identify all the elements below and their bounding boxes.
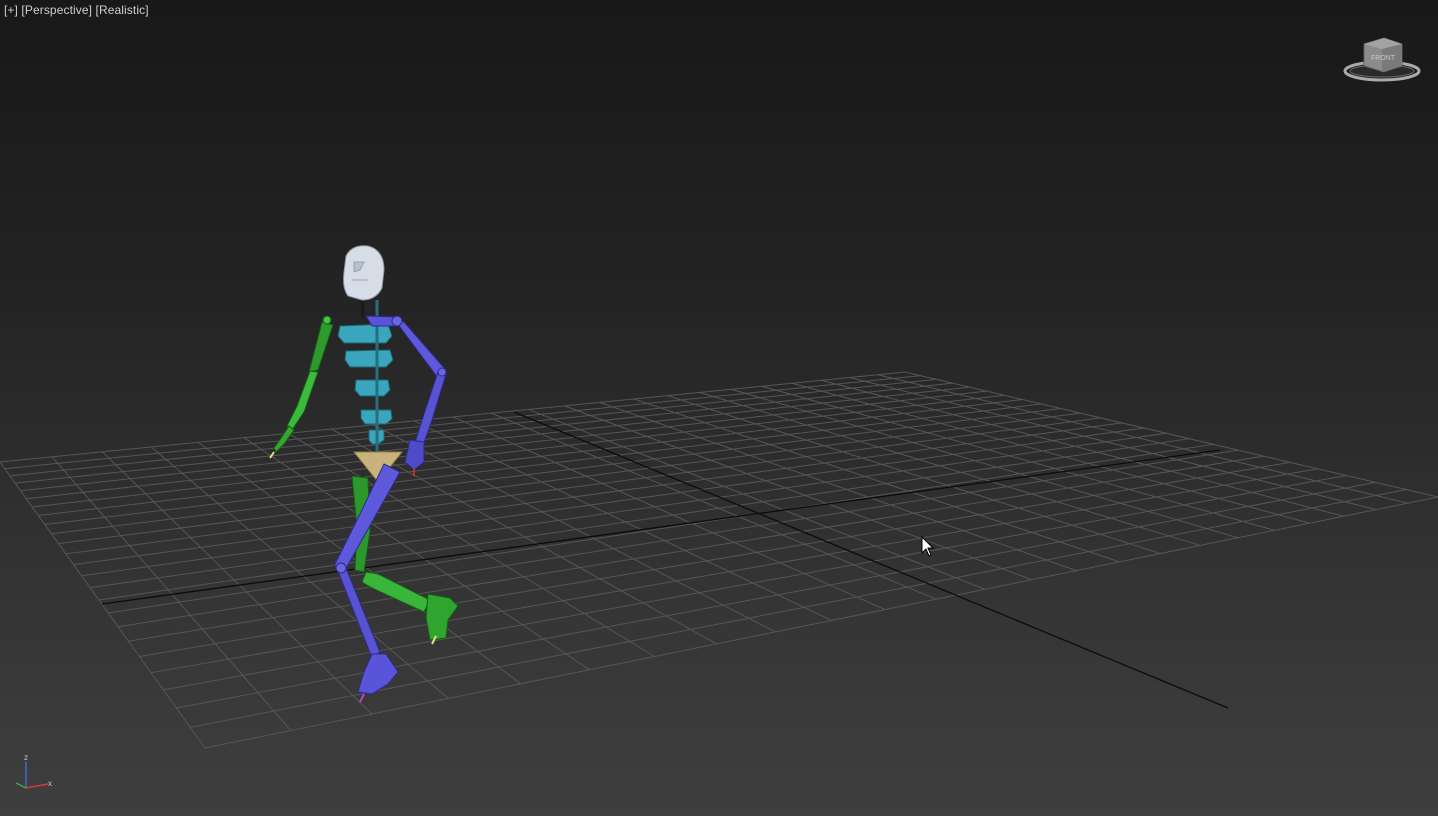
grid-line bbox=[877, 374, 1408, 504]
viewcube-face-label: FRONT bbox=[1371, 55, 1396, 62]
z-axis-label: z bbox=[24, 753, 28, 762]
left-arm[interactable] bbox=[269, 321, 334, 459]
grid-line bbox=[528, 408, 986, 590]
y-axis-line bbox=[15, 782, 27, 789]
mouse-pointer-icon bbox=[921, 536, 935, 557]
grid-line bbox=[139, 461, 1291, 658]
grid-line bbox=[102, 451, 373, 715]
viewport-scene[interactable] bbox=[0, 0, 1438, 816]
grid-line bbox=[128, 455, 1264, 642]
grid-line bbox=[51, 456, 292, 731]
ground-grid bbox=[0, 371, 1438, 749]
grid-line bbox=[904, 371, 1438, 498]
axis-tripod: z x bbox=[15, 753, 52, 789]
grid-line bbox=[0, 461, 206, 749]
x-axis-label: x bbox=[48, 779, 52, 788]
grid-line bbox=[4, 375, 921, 470]
left-shoulder-joint[interactable] bbox=[322, 315, 332, 325]
grid-line bbox=[108, 443, 1214, 614]
viewcube-icon[interactable]: FRONT bbox=[1342, 36, 1422, 86]
grid-line bbox=[9, 378, 937, 477]
grid-line bbox=[564, 405, 1032, 581]
grid-line bbox=[0, 371, 906, 463]
grid-line bbox=[204, 496, 1438, 749]
x-axis-line bbox=[25, 783, 49, 789]
neck bbox=[360, 297, 365, 319]
grid-line bbox=[20, 386, 970, 492]
grid-line bbox=[452, 416, 886, 611]
grid-line bbox=[243, 437, 590, 671]
grid-line bbox=[821, 379, 1344, 517]
grid-line bbox=[15, 382, 953, 484]
grid-line bbox=[791, 382, 1310, 524]
grid-line bbox=[118, 449, 1239, 628]
head[interactable] bbox=[343, 245, 385, 301]
